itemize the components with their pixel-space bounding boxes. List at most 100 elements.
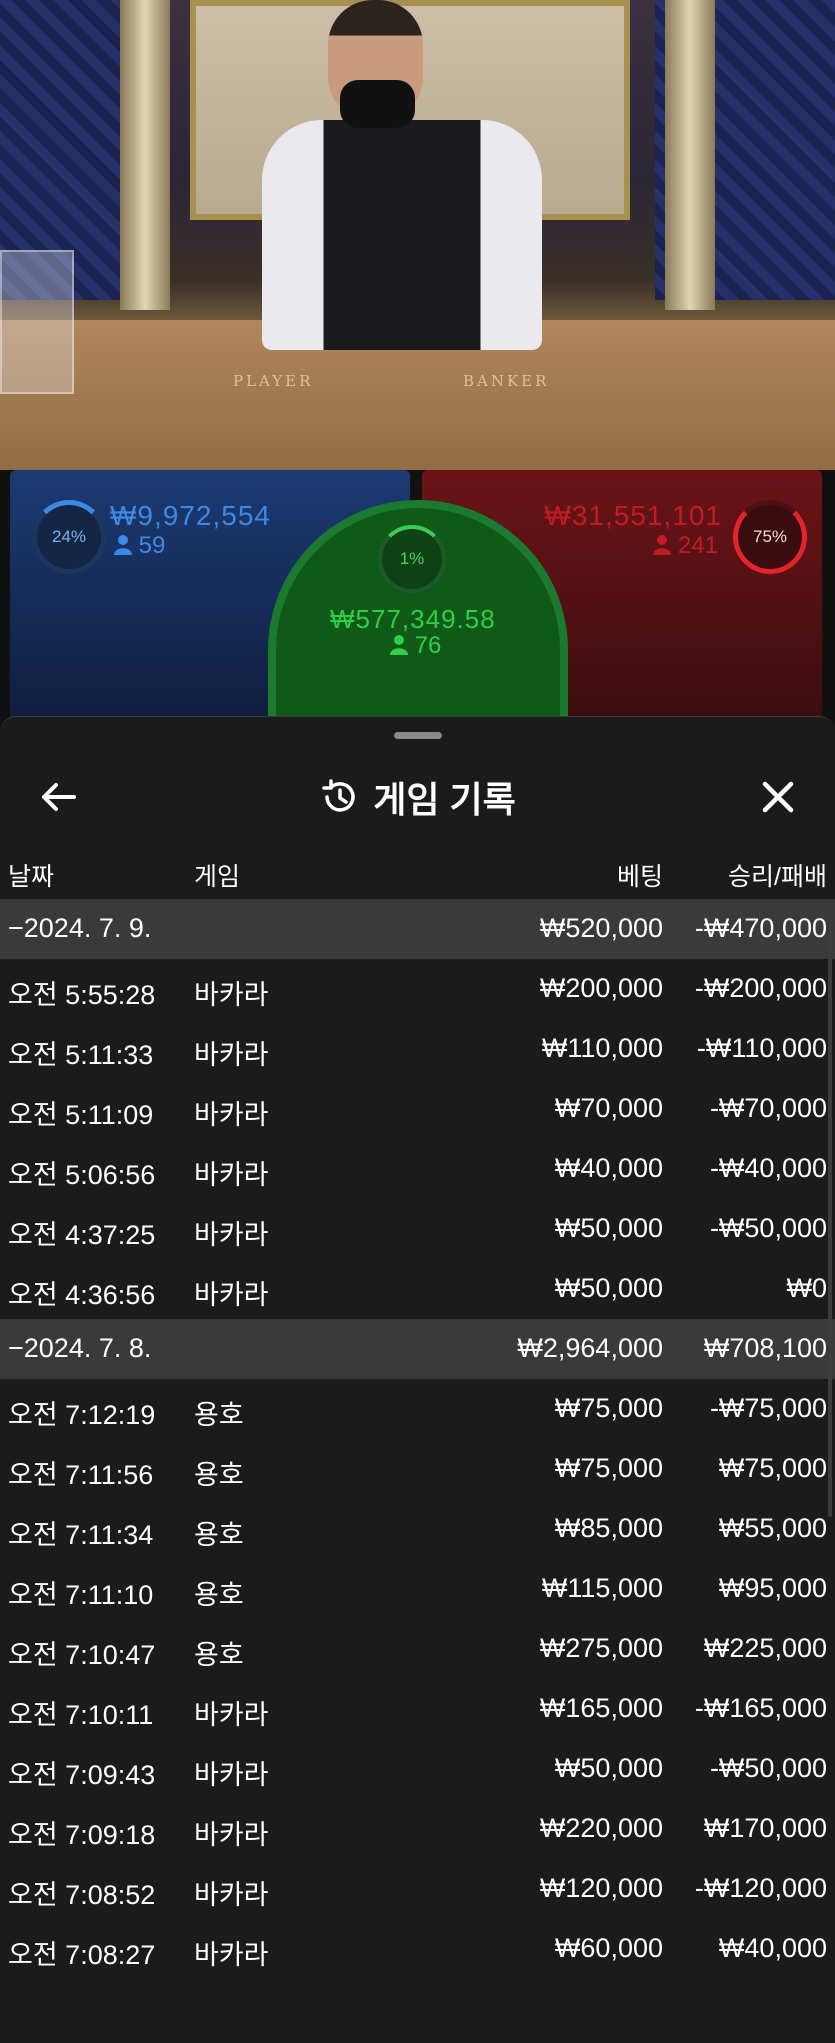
history-row: 오전 7:10:11 바카라 ₩165,000 -₩165,000 — [0, 1679, 835, 1739]
row-result: -₩120,000 — [694, 1873, 827, 1903]
row-result: ₩708,100 — [703, 1333, 827, 1363]
column-headers: 날짜 게임 베팅 승리/패배 — [0, 847, 835, 897]
sheet-title: 게임 기록 — [373, 779, 516, 820]
row-result: -₩40,000 — [709, 1153, 827, 1183]
row-result: -₩165,000 — [694, 1693, 827, 1723]
row-date: 오전 5:55:28 — [8, 980, 156, 1010]
row-game: 바카라 — [194, 1220, 269, 1250]
tie-percent-ring: 1% — [378, 525, 446, 593]
row-result: -₩200,000 — [694, 973, 827, 1003]
row-game: 바카라 — [194, 1880, 269, 1910]
date-group-row[interactable]: −2024. 7. 9. ₩520,000 -₩470,000 — [0, 899, 835, 959]
row-bet: ₩110,000 — [541, 1033, 663, 1063]
row-game: 바카라 — [194, 1040, 269, 1070]
history-row: 오전 7:12:19 용호 ₩75,000 -₩75,000 — [0, 1379, 835, 1439]
felt-player-text: PLAYER — [233, 372, 314, 390]
row-game: 바카라 — [194, 980, 269, 1010]
row-result: ₩170,000 — [703, 1813, 827, 1843]
row-bet: ₩50,000 — [554, 1213, 663, 1243]
row-bet: ₩60,000 — [554, 1933, 663, 1963]
row-result: ₩75,000 — [718, 1453, 827, 1483]
column-result: 승리/패배 — [728, 863, 827, 891]
row-date: 오전 7:09:18 — [8, 1820, 156, 1850]
column-bet: 베팅 — [616, 863, 663, 891]
row-game: 용호 — [194, 1520, 244, 1550]
row-date: 오전 7:08:52 — [8, 1880, 156, 1910]
pillar-left — [120, 0, 170, 310]
row-result: ₩95,000 — [718, 1573, 827, 1603]
column-game: 게임 — [194, 863, 241, 891]
row-game: 바카라 — [194, 1100, 269, 1130]
row-game: 용호 — [194, 1400, 244, 1430]
row-bet: ₩85,000 — [554, 1513, 663, 1543]
row-date: 오전 7:11:56 — [8, 1460, 154, 1490]
row-bet: ₩70,000 — [554, 1093, 663, 1123]
row-date: 오전 5:06:56 — [8, 1160, 156, 1190]
history-row: 오전 7:09:43 바카라 ₩50,000 -₩50,000 — [0, 1739, 835, 1799]
tie-percent: 1% — [399, 549, 425, 568]
banker-bet-people: 241 — [653, 532, 718, 560]
row-date: 오전 7:10:11 — [8, 1700, 154, 1730]
row-bet: ₩220,000 — [539, 1813, 663, 1843]
row-game: 용호 — [194, 1640, 244, 1670]
dealer-body — [262, 120, 542, 350]
row-game: 바카라 — [194, 1160, 269, 1190]
row-date: −2024. 7. 9. — [8, 913, 152, 943]
close-button[interactable] — [750, 775, 806, 819]
felt-banker-text: BANKER — [463, 372, 550, 390]
row-game: 바카라 — [194, 1700, 269, 1730]
row-result: -₩110,000 — [696, 1033, 827, 1063]
banker-percent: 75% — [752, 527, 788, 546]
history-icon — [322, 779, 355, 812]
history-row: 오전 5:11:09 바카라 ₩70,000 -₩70,000 — [0, 1079, 835, 1139]
row-date: −2024. 7. 8. — [8, 1333, 152, 1363]
row-bet: ₩40,000 — [554, 1153, 663, 1183]
row-result: -₩50,000 — [709, 1753, 827, 1783]
date-group-row[interactable]: −2024. 7. 8. ₩2,964,000 ₩708,100 — [0, 1319, 835, 1379]
close-icon — [762, 781, 794, 813]
player-people-count: 59 — [138, 532, 166, 559]
row-game: 용호 — [194, 1580, 244, 1610]
player-bet-amount: ₩9,972,554 — [110, 500, 271, 531]
player-bet-people: 59 — [114, 532, 165, 560]
row-date: 오전 7:10:47 — [8, 1640, 156, 1670]
row-date: 오전 5:11:33 — [8, 1040, 154, 1070]
tie-bet-amount: ₩577,349.58 — [330, 604, 496, 634]
tie-bet-people: 76 — [390, 632, 441, 660]
row-date: 오전 7:08:27 — [8, 1940, 156, 1970]
row-result: ₩55,000 — [718, 1513, 827, 1543]
history-row: 오전 7:11:34 용호 ₩85,000 ₩55,000 — [0, 1499, 835, 1559]
row-game: 바카라 — [194, 1280, 269, 1310]
banker-percent-ring: 75% — [733, 500, 807, 574]
scrollbar[interactable] — [828, 917, 832, 1517]
row-bet: ₩50,000 — [554, 1273, 663, 1303]
tie-people-count: 76 — [414, 632, 442, 659]
pillar-right — [665, 0, 715, 310]
row-bet: ₩75,000 — [554, 1453, 663, 1483]
history-row: 오전 5:55:28 바카라 ₩200,000 -₩200,000 — [0, 959, 835, 1019]
row-bet: ₩75,000 — [554, 1393, 663, 1423]
row-bet: ₩275,000 — [539, 1633, 663, 1663]
row-game: 바카라 — [194, 1760, 269, 1790]
history-row: 오전 7:11:56 용호 ₩75,000 ₩75,000 — [0, 1439, 835, 1499]
row-game: 용호 — [194, 1460, 244, 1490]
row-result: ₩0 — [786, 1273, 828, 1303]
live-dealer-video: PLAYER BANKER — [0, 0, 835, 470]
history-row: 오전 7:11:10 용호 ₩115,000 ₩95,000 — [0, 1559, 835, 1619]
person-icon — [114, 535, 132, 555]
drag-handle[interactable] — [394, 732, 442, 739]
history-list[interactable]: −2024. 7. 9. ₩520,000 -₩470,000 오전 5:55:28 바… — [0, 899, 835, 1979]
row-date: 오전 5:11:09 — [8, 1100, 154, 1130]
betting-area: 24% ₩9,972,554 59 ₩31,551,101 241 75% 1%… — [0, 470, 835, 760]
history-row: 오전 5:11:33 바카라 ₩110,000 -₩110,000 — [0, 1019, 835, 1079]
banker-bet-amount: ₩31,551,101 — [544, 500, 722, 531]
row-bet: ₩120,000 — [539, 1873, 663, 1903]
column-date: 날짜 — [8, 863, 55, 891]
row-result: ₩40,000 — [718, 1933, 827, 1963]
row-result: ₩225,000 — [703, 1633, 827, 1663]
person-icon — [653, 535, 672, 555]
player-percent-ring: 24% — [32, 500, 106, 574]
history-row: 오전 7:10:47 용호 ₩275,000 ₩225,000 — [0, 1619, 835, 1679]
row-date: 오전 4:36:56 — [8, 1280, 156, 1310]
person-icon — [390, 635, 408, 655]
